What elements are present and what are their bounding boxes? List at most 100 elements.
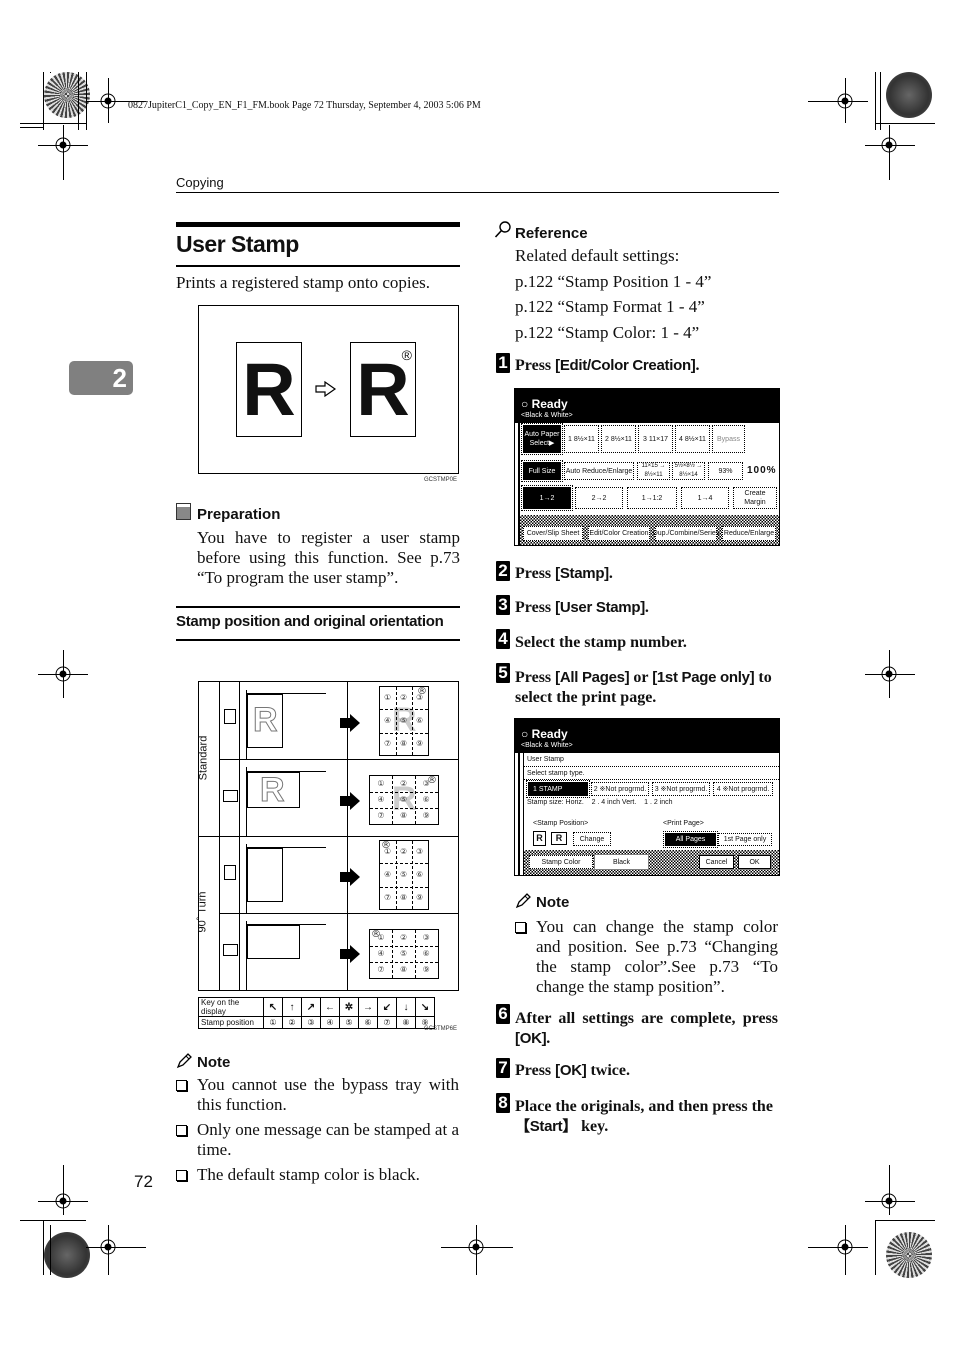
figure-code: GCSTMP0E: [424, 477, 458, 483]
ready-status: ○ Ready: [521, 727, 568, 741]
reference-link[interactable]: p.122 “Stamp Position 1 - 4”: [515, 272, 711, 292]
key-label: [OK]: [515, 1030, 547, 1047]
paper-tray-1-button[interactable]: 1 8½×11: [564, 425, 599, 453]
step-number: 5: [496, 663, 510, 683]
ok-button[interactable]: OK: [738, 855, 771, 869]
auto-reduce-enlarge-button[interactable]: Auto Reduce/Enlarge: [564, 462, 634, 480]
duplex-2-2-button[interactable]: 2→2: [575, 487, 623, 509]
step-text-part: .: [608, 565, 613, 582]
stamp-position-marker: ⑧: [400, 965, 408, 974]
stamp-type-3-button[interactable]: 3 ※Not progrmd.: [652, 782, 710, 796]
step-number: 3: [496, 595, 510, 615]
print-page-label: <Print Page>: [663, 820, 704, 827]
note-item: You can change the stamp color and posit…: [536, 917, 778, 996]
first-page-only-button[interactable]: 1st Page only: [718, 833, 772, 846]
stamp-position-marker: ⑨: [416, 892, 424, 902]
stamp-position-marker: ⑦: [384, 892, 392, 902]
step-text: Press [OK] twice.: [515, 1062, 778, 1080]
magnifier-reference-icon: [494, 221, 511, 238]
registration-mark-icon: [55, 666, 71, 682]
stamp-mark: ®: [401, 347, 412, 363]
position-cell: ①: [263, 1016, 283, 1029]
tab-edit-color-creation[interactable]: Edit/Color Creation: [588, 526, 650, 541]
intro-text: Prints a registered stamp onto copies.: [176, 273, 431, 292]
key-center-icon: ✲: [339, 997, 359, 1017]
stamped-page: R ®: [350, 342, 416, 437]
step-text-part: twice.: [586, 1062, 630, 1079]
tab-dup-combine-series[interactable]: Dup./Combine/Series: [653, 526, 719, 541]
paper-tray-2-button[interactable]: 2 8½×11: [601, 425, 636, 453]
portrait-paper-icon: [224, 865, 236, 880]
running-head: Copying: [176, 175, 224, 190]
ratio-93-button[interactable]: 93%: [708, 462, 743, 480]
stamp-position-marker: ⑦: [377, 965, 385, 974]
combine-button[interactable]: 1→1:2: [627, 487, 677, 509]
stamp-type-1-button[interactable]: 1 STAMP: [526, 780, 590, 798]
title-bar: [176, 222, 460, 227]
tab-cover-slip-sheet[interactable]: Cover/Slip Sheet: [523, 526, 583, 541]
checkbox-bullet-icon: [515, 922, 526, 933]
ratio-preset-button[interactable]: 5½×8½ → 8½×14: [672, 462, 705, 480]
output-sheet: ① ② ③ ④ ⑤ ⑥ ⑦ ⑧ ⑨ ®: [379, 840, 429, 910]
screen-title: User Stamp: [527, 756, 564, 763]
stamp-mark: ®: [381, 840, 391, 851]
status-text: Ready: [531, 397, 568, 411]
title-rule: [176, 265, 460, 267]
key-right-icon: →: [358, 997, 378, 1017]
subheading-rule: [176, 639, 460, 641]
change-position-button[interactable]: Change: [573, 832, 611, 846]
duplex-1-2-button[interactable]: 1→2: [521, 485, 573, 511]
cancel-button[interactable]: Cancel: [699, 855, 734, 869]
all-pages-button[interactable]: All Pages: [663, 831, 718, 848]
reference-link[interactable]: p.122 “Stamp Format 1 - 4”: [515, 297, 705, 317]
stamp-position-marker: ④: [377, 795, 385, 804]
step-number: 4: [496, 629, 510, 649]
user-stamp-screen: ○ Ready <Black & White> User Stamp Selec…: [514, 718, 780, 876]
registration-mark-icon: [837, 1239, 853, 1255]
bypass-button[interactable]: Bypass: [712, 425, 745, 453]
note-item: You cannot use the bypass tray with this…: [197, 1075, 459, 1114]
stamp-position-preview-icon: R: [551, 832, 567, 845]
stamp-position-marker: ⑥: [416, 870, 424, 879]
preparation-text: You have to register a user stamp before…: [197, 528, 460, 587]
stamp-position-marker: ⑧: [400, 892, 408, 902]
tab-reduce-enlarge[interactable]: Reduce/Enlarge: [722, 526, 776, 541]
stamp-position-marker: ⑨: [422, 965, 430, 974]
stamp-type-2-button[interactable]: 2 ※Not progrmd.: [591, 782, 649, 796]
step-text-part: .: [644, 599, 649, 616]
ratio-preset-button[interactable]: 11×15 → 8½×11: [637, 462, 670, 480]
key-label: [All Pages]: [555, 669, 630, 686]
position-cell: ⑦: [377, 1016, 397, 1029]
letter-r: R: [242, 348, 296, 431]
stamp-position-marker: ⑧: [400, 738, 408, 748]
stamp-color-button[interactable]: Stamp Color: [529, 855, 593, 869]
stamp-position-marker: ②: [400, 847, 408, 857]
combine-4-button[interactable]: 1→4: [681, 487, 729, 509]
stamp-position-marker: ⑤: [400, 949, 408, 958]
paper-tray-4-button[interactable]: 4 8½×11: [675, 425, 710, 453]
registration-mark-icon: [837, 93, 853, 109]
step-text: Select the stamp number.: [515, 634, 778, 652]
arrow-right-icon: [315, 381, 337, 397]
landscape-paper-icon: [223, 944, 238, 956]
auto-paper-select-button[interactable]: Auto Paper Select▶: [521, 423, 563, 455]
original-sheet: R: [247, 694, 283, 748]
instruction-text: Select stamp type.: [527, 770, 585, 777]
key-up-left-icon: ↖: [263, 997, 283, 1017]
ratio-value: 100%: [747, 465, 777, 476]
stamp-example-figure: R R ®: [198, 305, 459, 474]
step-text-part: Press: [515, 357, 556, 374]
stamp-position-marker: ②: [400, 693, 408, 703]
stamp-position-marker: ②: [400, 779, 408, 788]
preparation-heading: Preparation: [197, 506, 281, 523]
full-size-button[interactable]: Full Size: [521, 460, 563, 482]
stamp-position-marker: ⑥: [416, 716, 424, 725]
subheading-rule: [176, 606, 460, 608]
stamp-type-4-button[interactable]: 4 ※Not progrmd.: [713, 782, 773, 796]
reference-heading: Reference: [515, 225, 588, 242]
create-margin-button[interactable]: Create Margin: [733, 487, 777, 509]
reference-link[interactable]: p.122 “Stamp Color: 1 - 4”: [515, 323, 699, 343]
position-cell: ⑥: [358, 1016, 378, 1029]
header-rule: [176, 192, 779, 193]
paper-tray-3-button[interactable]: 3 11×17: [638, 425, 673, 453]
